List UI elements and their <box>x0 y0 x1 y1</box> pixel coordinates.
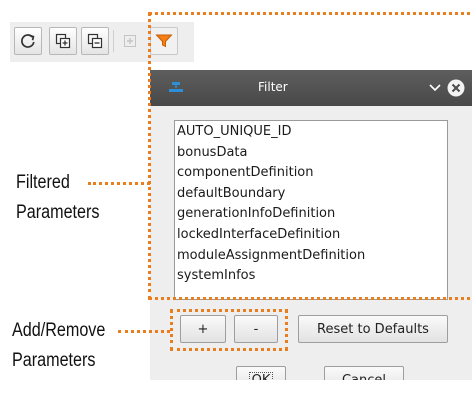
add-remove-highlight-box <box>170 309 288 351</box>
cancel-button[interactable]: Cancel <box>324 366 404 380</box>
expand-all-icon <box>55 33 71 49</box>
add-remove-leader-line <box>118 330 170 333</box>
ok-label: OK <box>248 371 274 380</box>
ok-button[interactable]: OK <box>236 366 286 380</box>
plus-icon <box>124 35 136 47</box>
toolbar-separator <box>113 30 114 52</box>
collapse-all-icon <box>87 33 103 49</box>
collapse-all-button[interactable] <box>81 27 109 55</box>
add-remove-parameters-label: Add/Remove Parameters <box>12 320 106 371</box>
refresh-button[interactable] <box>14 27 42 55</box>
expand-all-button[interactable] <box>49 27 77 55</box>
add-button-disabled[interactable] <box>116 27 144 55</box>
filter-highlight-box <box>148 12 472 300</box>
filtered-parameters-label: Filtered Parameters <box>16 172 100 223</box>
reset-to-defaults-button[interactable]: Reset to Defaults <box>298 315 448 343</box>
refresh-icon <box>21 34 35 48</box>
